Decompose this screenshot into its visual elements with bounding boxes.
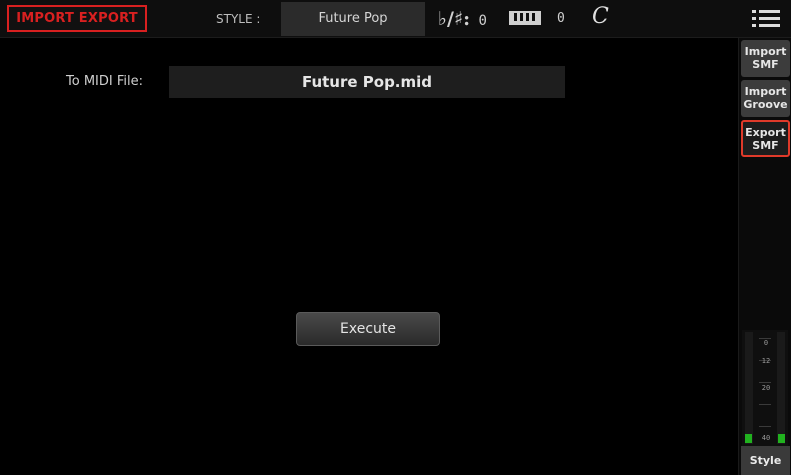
style-name-field[interactable]: Future Pop	[281, 2, 425, 36]
transpose-indicator[interactable]: ♭/♯: 0	[438, 0, 487, 38]
tab-export-smf[interactable]: Export SMF	[741, 120, 790, 157]
tab-label-line2: SMF	[752, 139, 779, 152]
transpose-value: 0	[478, 13, 487, 29]
meter-led-right	[778, 434, 785, 443]
tab-label-line1: Import	[744, 45, 787, 58]
hamburger-menu-icon[interactable]	[752, 8, 780, 30]
meter-mark: 20	[761, 384, 771, 392]
meter-track-left	[745, 332, 753, 444]
tab-label-line1: Import	[744, 85, 787, 98]
midi-file-name-field[interactable]: Future Pop.mid	[169, 66, 565, 98]
meter-mark: 12	[761, 357, 771, 365]
octave-value[interactable]: 0	[557, 0, 565, 38]
meter-mark: 0	[763, 339, 769, 347]
meter-led-left	[745, 434, 752, 443]
style-button[interactable]: Style	[741, 446, 790, 475]
level-meter: 0 12 20 40	[742, 330, 788, 446]
style-label: STYLE :	[216, 12, 261, 26]
top-bar: IMPORT EXPORT STYLE : Future Pop ♭/♯: 0 …	[0, 0, 791, 38]
app-window: IMPORT EXPORT STYLE : Future Pop ♭/♯: 0 …	[0, 0, 791, 475]
keyboard-icon[interactable]	[509, 11, 541, 25]
page-title[interactable]: IMPORT EXPORT	[7, 5, 147, 32]
tab-label-line1: Export	[745, 126, 786, 139]
meter-track-right	[777, 332, 785, 444]
tab-label-line2: SMF	[752, 58, 779, 71]
sidebar: Import SMF Import Groove Export SMF 0 12…	[738, 38, 791, 475]
flat-sharp-icon: ♭/♯:	[438, 8, 471, 30]
tab-label-line2: Groove	[743, 98, 788, 111]
tab-import-smf[interactable]: Import SMF	[741, 40, 790, 77]
tab-import-groove[interactable]: Import Groove	[741, 80, 790, 117]
midi-file-label: To MIDI File:	[66, 74, 143, 89]
chord-lock-icon[interactable]: C	[592, 4, 609, 29]
execute-button[interactable]: Execute	[296, 312, 440, 346]
meter-mark: 40	[761, 434, 771, 442]
